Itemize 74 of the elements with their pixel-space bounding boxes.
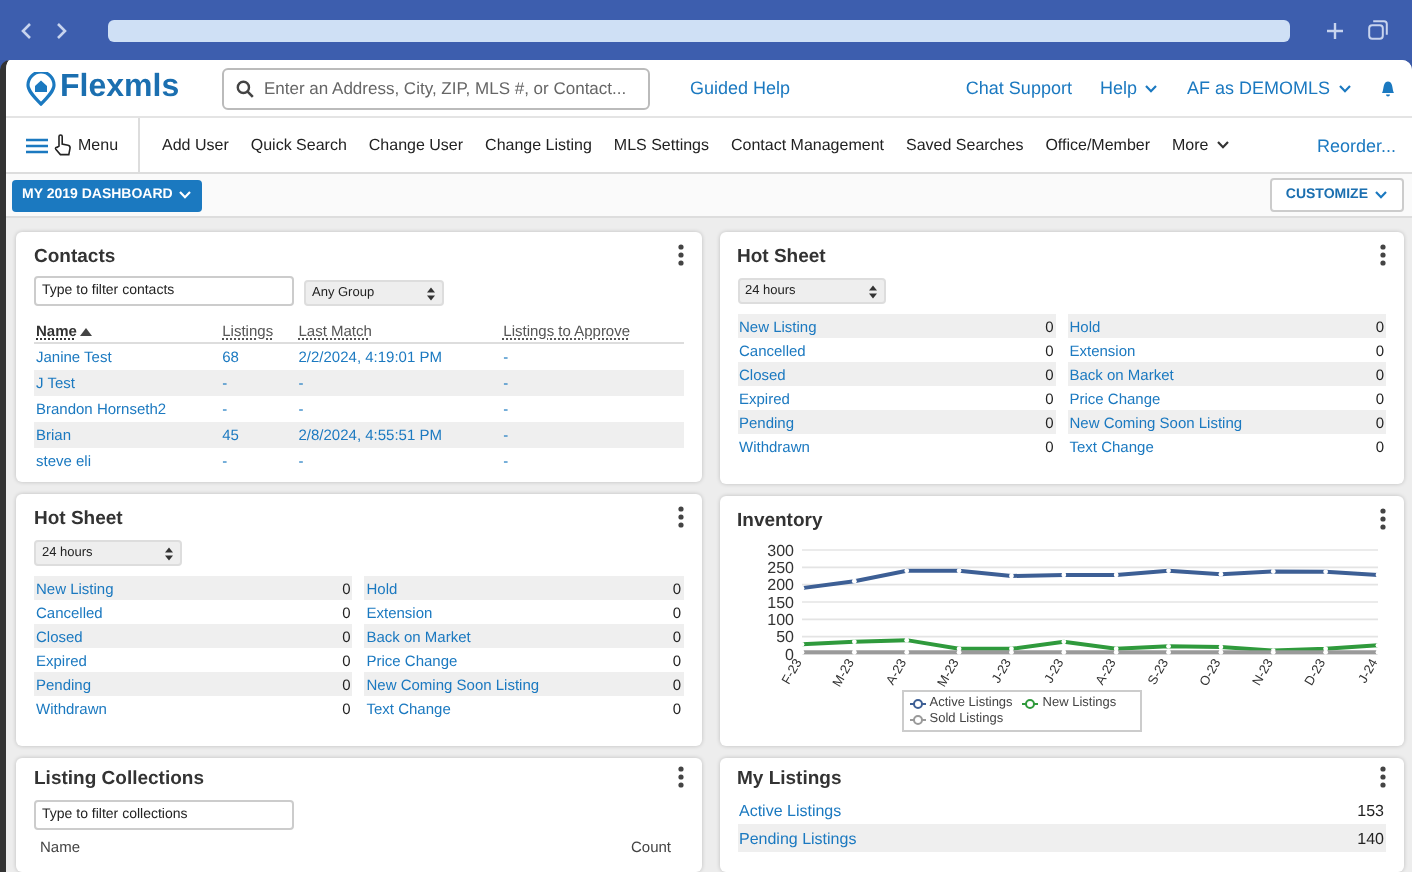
more-options-icon[interactable] [1380,766,1386,788]
listing-count: 140 [1357,829,1384,847]
address-bar[interactable] [108,19,1290,41]
data-point [903,568,909,574]
y-tick-label: 100 [766,610,794,629]
panel-title: Hot Sheet [737,246,826,268]
menu-icon[interactable] [26,137,48,153]
chevron-down-icon [1374,190,1388,200]
tabs-icon[interactable] [1368,20,1388,40]
nav-link[interactable]: Add User [162,136,229,154]
hand-cursor-icon [54,134,72,156]
nav-link[interactable]: Contact Management [731,136,884,154]
data-point [956,568,961,574]
data-point [1060,572,1066,578]
nav-link[interactable]: Change Listing [485,136,592,154]
data-point [851,578,857,584]
forward-icon[interactable] [56,21,68,39]
menu-button[interactable]: Menu [78,136,119,154]
panel-title: Contacts [34,246,116,268]
data-point [851,649,857,655]
panel-title: Inventory [737,510,823,532]
data-point [1113,572,1119,578]
bell-icon[interactable] [1380,78,1396,98]
nav-link[interactable]: Change User [368,136,464,154]
panel-title: Listing Collections [34,768,204,790]
header-link[interactable]: Help [1099,78,1159,98]
data-point [1218,571,1223,577]
search-icon [236,79,254,97]
y-tick-label: 50 [775,628,794,647]
header-link[interactable]: Chat Support [965,78,1072,98]
more-options-icon[interactable] [677,506,683,528]
up-down-arrows-icon [426,285,436,301]
y-tick-label: 150 [766,593,794,612]
nav-link[interactable]: MLS Settings [613,136,709,154]
data-point [1060,649,1066,655]
nav-link[interactable]: More [1172,136,1231,154]
chevron-down-icon [178,190,193,200]
nav-link[interactable]: Quick Search [250,136,347,154]
plus-icon[interactable] [1326,21,1344,39]
data-point [1270,649,1276,655]
y-tick-label: 200 [766,576,794,595]
more-options-icon[interactable] [1380,244,1386,266]
panel-title: My Listings [737,768,842,790]
nav-link[interactable]: Office/Member [1045,136,1151,154]
more-options-icon[interactable] [1380,508,1386,530]
data-point [1322,569,1328,575]
data-point [903,637,909,643]
header-link[interactable]: AF as DEMOMLS [1186,78,1352,98]
y-tick-label: 0 [784,645,794,664]
more-options-icon[interactable] [677,766,683,788]
house-pin-icon [26,71,56,105]
more-options-icon[interactable] [677,244,683,266]
data-point [1060,639,1066,645]
up-down-arrows-icon [867,283,877,299]
reorder-link[interactable]: Reorder... [1316,135,1396,155]
search-field[interactable]: Enter an Address, City, ZIP, MLS #, or Contact... [222,67,650,109]
listing-link[interactable]: Active Listings [739,801,842,819]
nav-link[interactable]: Saved Searches [906,136,1024,154]
data-point [1165,568,1171,574]
y-tick-label: 300 [766,541,794,560]
panel-title: Hot Sheet [34,508,123,530]
data-point [1270,569,1276,574]
y-tick-label: 250 [766,558,794,577]
listing-link[interactable]: Pending Listings [739,829,857,847]
data-point [799,585,804,591]
data-point [851,639,857,645]
data-point [903,649,909,655]
back-icon[interactable] [20,21,32,39]
guided-help-link[interactable]: Guided Help [690,78,791,98]
up-down-arrows-icon [164,545,174,561]
data-point [1375,572,1380,578]
listing-count: 153 [1357,801,1384,819]
data-point [1008,573,1014,579]
logo-text[interactable]: Flexmls [60,70,180,106]
